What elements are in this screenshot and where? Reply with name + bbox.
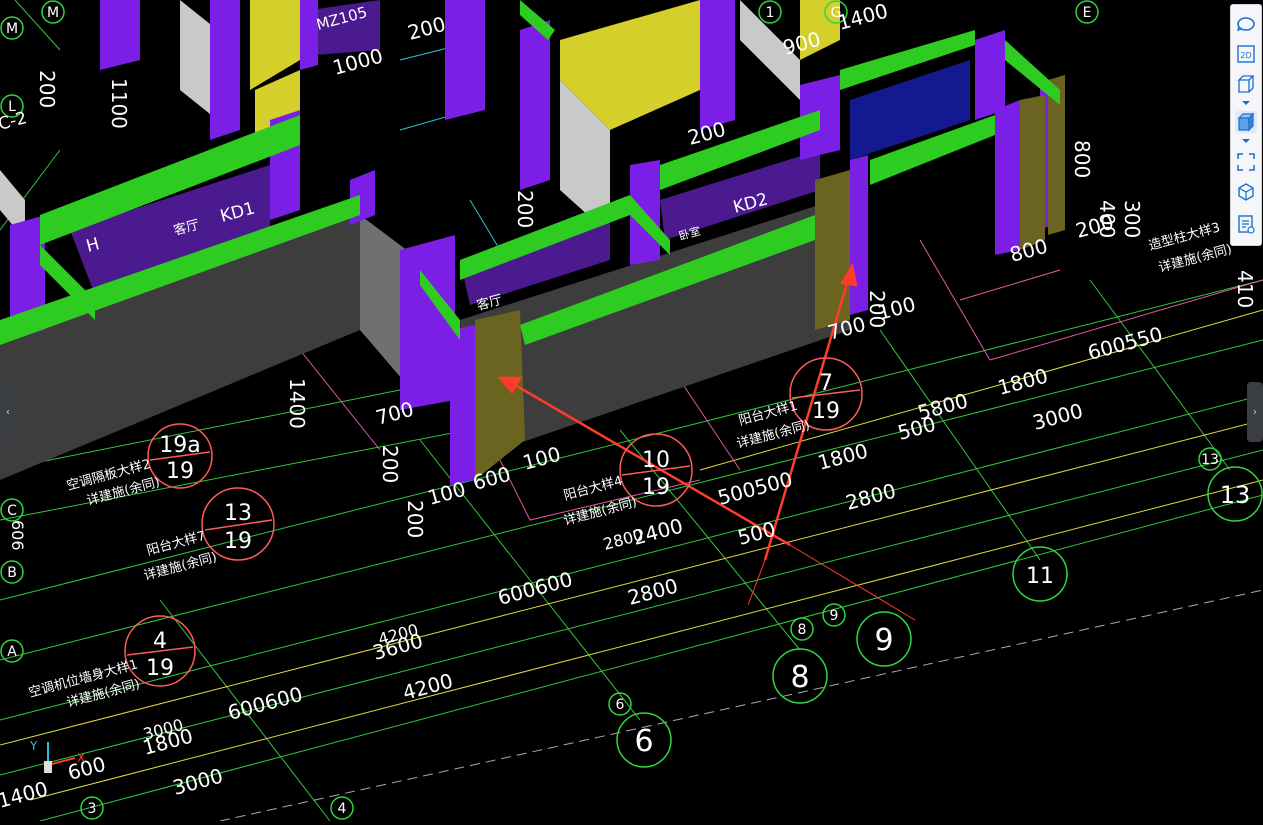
dim-text: 200 [865,290,889,328]
detail-den: 19 [166,459,194,484]
wall [210,0,240,140]
caret-down-icon[interactable] [1242,139,1250,143]
cad-drawing[interactable]: M M L E G 1 C B A 13 13 11 9 9 8 8 6 6 3… [0,0,1263,822]
layers-icon[interactable] [1235,181,1257,203]
axis-label-9-small: 9 [830,608,839,624]
left-panel-toggle[interactable]: ‹ [0,382,16,442]
detail-num: 4 [153,629,167,654]
detail-den: 19 [146,656,174,681]
axis-label-11: 11 [1026,564,1054,589]
axis-label-9: 9 [874,623,893,658]
right-panel-toggle[interactable]: › [1247,382,1263,442]
dim-text: 1100 [107,78,131,129]
cad-viewport[interactable]: M M L E G 1 C B A 13 13 11 9 9 8 8 6 6 3… [0,0,1263,822]
dim-text: 200 [35,70,59,108]
axis-label-m2: M [47,5,59,21]
dim-text: 410 [1233,270,1257,308]
dim-text: 606 [8,520,27,551]
axis-label-a: A [7,644,17,660]
axis-label-c: C [7,503,17,519]
wall [300,0,318,70]
ucs-x-label: X [77,751,85,765]
orbit-icon[interactable] [1235,13,1257,35]
dim-text: 200 [513,190,537,228]
axis-label-b: B [7,565,17,581]
ucs-y-label: Y [29,739,38,753]
dim-text: 200 [403,500,427,538]
axis-label-m: M [6,21,18,37]
2d-view-icon[interactable]: 2D [1235,43,1257,65]
detail-num: 7 [819,371,833,396]
axis-label-3: 3 [88,801,97,817]
detail-num: 10 [642,448,670,473]
axis-label-6-small: 6 [616,697,625,713]
axis-label-6: 6 [634,724,653,759]
axis-label-8-small: 8 [798,622,807,638]
dim-text: 800 [1070,140,1094,178]
dim-text: 300 [1120,200,1144,238]
detail-den: 19 [642,475,670,500]
axis-label-e: E [1083,5,1092,21]
wall [975,30,1005,120]
wall [445,0,485,120]
axis-label-8: 8 [790,660,809,695]
wall [700,0,735,130]
axis-label-1: 1 [766,5,775,21]
axis-label-13: 13 [1220,481,1251,509]
dim-text: 200 [378,445,402,483]
column [1020,95,1045,250]
axis-label-13-small: 13 [1201,452,1219,468]
ucs-origin [44,761,52,773]
3d-solid-icon[interactable] [1235,111,1257,133]
3d-box-icon[interactable] [1235,73,1257,95]
2d-label: 2D [1240,51,1251,60]
column [815,170,850,330]
detail-den: 19 [812,399,840,424]
caret-down-icon[interactable] [1242,101,1250,105]
detail-den: 19 [224,529,252,554]
view-toolbar: 2D [1230,4,1262,246]
axis-label-4: 4 [338,801,347,817]
dim-text: 1400 [285,378,309,429]
wall [520,20,550,190]
fullscreen-icon[interactable] [1235,151,1257,173]
detail-num: 13 [224,501,252,526]
report-icon[interactable] [1235,213,1257,235]
wall [995,100,1020,255]
wall [400,235,455,410]
detail-num: 19a [159,433,200,458]
wall [450,325,475,485]
wall [100,0,140,70]
